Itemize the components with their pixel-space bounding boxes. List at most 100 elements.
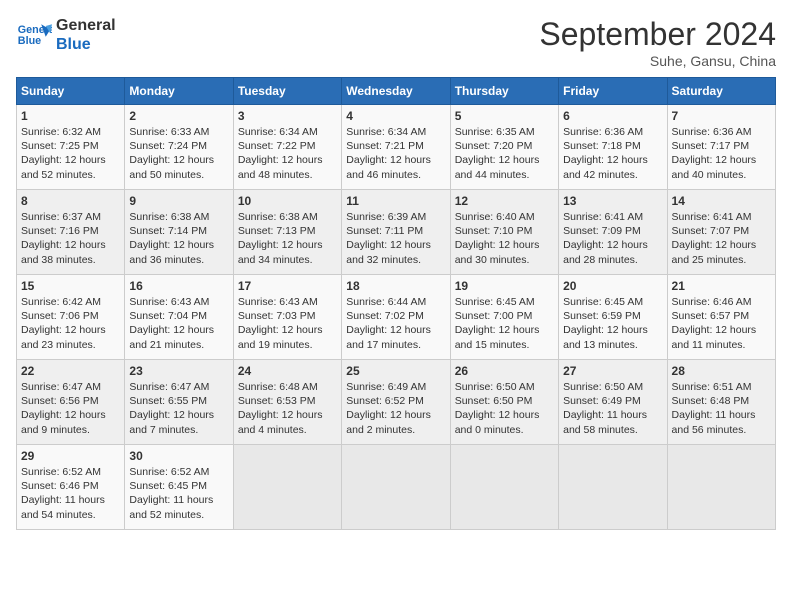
logo-line1: General (56, 16, 116, 35)
day-number: 6 (563, 109, 662, 123)
calendar-week-3: 15 Sunrise: 6:42 AMSunset: 7:06 PMDayligh… (17, 275, 776, 360)
day-info: Sunrise: 6:43 AMSunset: 7:03 PMDaylight:… (238, 295, 337, 352)
day-info: Sunrise: 6:46 AMSunset: 6:57 PMDaylight:… (672, 295, 771, 352)
calendar-week-5: 29Sunrise: 6:52 AMSunset: 6:46 PMDayligh… (17, 445, 776, 530)
day-number: 8 (21, 194, 120, 208)
calendar-cell: 16 Sunrise: 6:43 AMSunset: 7:04 PMDayligh… (125, 275, 233, 360)
day-number: 27 (563, 364, 662, 378)
calendar-cell (342, 445, 450, 530)
calendar-cell: 2Sunrise: 6:33 AMSunset: 7:24 PMDaylight… (125, 105, 233, 190)
calendar-header-row: SundayMondayTuesdayWednesdayThursdayFrid… (17, 78, 776, 105)
calendar-cell: 27Sunrise: 6:50 AMSunset: 6:49 PMDayligh… (559, 360, 667, 445)
calendar-cell: 30 Sunrise: 6:52 AMSunset: 6:45 PMDayligh… (125, 445, 233, 530)
day-info: Sunrise: 6:36 AMSunset: 7:17 PMDaylight:… (672, 125, 771, 182)
calendar-week-4: 22 Sunrise: 6:47 AMSunset: 6:56 PMDayligh… (17, 360, 776, 445)
calendar-cell: 23 Sunrise: 6:47 AMSunset: 6:55 PMDayligh… (125, 360, 233, 445)
calendar-cell: 6Sunrise: 6:36 AMSunset: 7:18 PMDaylight… (559, 105, 667, 190)
day-number: 2 (129, 109, 228, 123)
day-number: 1 (21, 109, 120, 123)
day-number: 30 (129, 449, 228, 463)
calendar-cell: 18Sunrise: 6:44 AMSunset: 7:02 PMDayligh… (342, 275, 450, 360)
calendar-cell: 5Sunrise: 6:35 AMSunset: 7:20 PMDaylight… (450, 105, 558, 190)
day-number: 3 (238, 109, 337, 123)
day-info: Sunrise: 6:42 AMSunset: 7:06 PMDaylight:… (21, 295, 120, 352)
day-header-friday: Friday (559, 78, 667, 105)
calendar-cell: 13 Sunrise: 6:41 AMSunset: 7:09 PMDayligh… (559, 190, 667, 275)
location: Suhe, Gansu, China (539, 53, 776, 69)
day-info: Sunrise: 6:51 AMSunset: 6:48 PMDaylight:… (672, 380, 771, 437)
day-info: Sunrise: 6:45 AMSunset: 7:00 PMDaylight:… (455, 295, 554, 352)
day-number: 19 (455, 279, 554, 293)
calendar-cell: 3 Sunrise: 6:34 AMSunset: 7:22 PMDaylight… (233, 105, 341, 190)
calendar-cell: 21 Sunrise: 6:46 AMSunset: 6:57 PMDayligh… (667, 275, 775, 360)
day-info: Sunrise: 6:43 AMSunset: 7:04 PMDaylight:… (129, 295, 228, 352)
day-number: 10 (238, 194, 337, 208)
calendar-cell: 28 Sunrise: 6:51 AMSunset: 6:48 PMDayligh… (667, 360, 775, 445)
calendar-cell (450, 445, 558, 530)
day-number: 24 (238, 364, 337, 378)
day-info: Sunrise: 6:52 AMSunset: 6:45 PMDaylight:… (129, 465, 228, 522)
day-header-monday: Monday (125, 78, 233, 105)
day-number: 15 (21, 279, 120, 293)
svg-text:Blue: Blue (18, 35, 41, 47)
calendar-week-1: 1Sunrise: 6:32 AMSunset: 7:25 PMDaylight… (17, 105, 776, 190)
day-info: Sunrise: 6:34 AMSunset: 7:22 PMDaylight:… (238, 125, 337, 182)
day-number: 4 (346, 109, 445, 123)
day-info: Sunrise: 6:47 AMSunset: 6:55 PMDaylight:… (129, 380, 228, 437)
calendar-cell: 25Sunrise: 6:49 AMSunset: 6:52 PMDayligh… (342, 360, 450, 445)
calendar-cell: 7Sunrise: 6:36 AMSunset: 7:17 PMDaylight… (667, 105, 775, 190)
day-number: 21 (672, 279, 771, 293)
day-info: Sunrise: 6:48 AMSunset: 6:53 PMDaylight:… (238, 380, 337, 437)
title-block: September 2024 Suhe, Gansu, China (539, 16, 776, 69)
day-info: Sunrise: 6:41 AMSunset: 7:09 PMDaylight:… (563, 210, 662, 267)
calendar-cell: 29Sunrise: 6:52 AMSunset: 6:46 PMDayligh… (17, 445, 125, 530)
day-number: 18 (346, 279, 445, 293)
calendar-cell (559, 445, 667, 530)
day-info: Sunrise: 6:47 AMSunset: 6:56 PMDaylight:… (21, 380, 120, 437)
calendar-cell: 24 Sunrise: 6:48 AMSunset: 6:53 PMDayligh… (233, 360, 341, 445)
day-number: 23 (129, 364, 228, 378)
logo: General Blue General Blue (16, 16, 116, 54)
day-header-thursday: Thursday (450, 78, 558, 105)
day-info: Sunrise: 6:39 AMSunset: 7:11 PMDaylight:… (346, 210, 445, 267)
day-info: Sunrise: 6:50 AMSunset: 6:50 PMDaylight:… (455, 380, 554, 437)
day-info: Sunrise: 6:52 AMSunset: 6:46 PMDaylight:… (21, 465, 120, 522)
day-header-saturday: Saturday (667, 78, 775, 105)
calendar-table: SundayMondayTuesdayWednesdayThursdayFrid… (16, 77, 776, 530)
logo-icon: General Blue (16, 17, 52, 53)
calendar-cell: 14Sunrise: 6:41 AMSunset: 7:07 PMDayligh… (667, 190, 775, 275)
month-title: September 2024 (539, 16, 776, 53)
day-info: Sunrise: 6:38 AMSunset: 7:14 PMDaylight:… (129, 210, 228, 267)
day-info: Sunrise: 6:45 AMSunset: 6:59 PMDaylight:… (563, 295, 662, 352)
calendar-cell: 15 Sunrise: 6:42 AMSunset: 7:06 PMDayligh… (17, 275, 125, 360)
day-number: 26 (455, 364, 554, 378)
day-number: 12 (455, 194, 554, 208)
day-number: 11 (346, 194, 445, 208)
day-info: Sunrise: 6:40 AMSunset: 7:10 PMDaylight:… (455, 210, 554, 267)
day-number: 28 (672, 364, 771, 378)
calendar-cell: 4Sunrise: 6:34 AMSunset: 7:21 PMDaylight… (342, 105, 450, 190)
day-header-wednesday: Wednesday (342, 78, 450, 105)
day-header-sunday: Sunday (17, 78, 125, 105)
day-info: Sunrise: 6:49 AMSunset: 6:52 PMDaylight:… (346, 380, 445, 437)
calendar-cell: 17Sunrise: 6:43 AMSunset: 7:03 PMDayligh… (233, 275, 341, 360)
calendar-cell: 12 Sunrise: 6:40 AMSunset: 7:10 PMDayligh… (450, 190, 558, 275)
calendar-cell: 26 Sunrise: 6:50 AMSunset: 6:50 PMDayligh… (450, 360, 558, 445)
calendar-cell: 9 Sunrise: 6:38 AMSunset: 7:14 PMDaylight… (125, 190, 233, 275)
day-number: 13 (563, 194, 662, 208)
day-number: 22 (21, 364, 120, 378)
calendar-cell (667, 445, 775, 530)
calendar-cell: 11 Sunrise: 6:39 AMSunset: 7:11 PMDayligh… (342, 190, 450, 275)
day-info: Sunrise: 6:37 AMSunset: 7:16 PMDaylight:… (21, 210, 120, 267)
calendar-cell (233, 445, 341, 530)
day-info: Sunrise: 6:38 AMSunset: 7:13 PMDaylight:… (238, 210, 337, 267)
day-number: 5 (455, 109, 554, 123)
calendar-cell: 19 Sunrise: 6:45 AMSunset: 7:00 PMDayligh… (450, 275, 558, 360)
day-number: 16 (129, 279, 228, 293)
calendar-week-2: 8 Sunrise: 6:37 AMSunset: 7:16 PMDaylight… (17, 190, 776, 275)
logo-line2: Blue (56, 35, 116, 54)
calendar-cell: 20 Sunrise: 6:45 AMSunset: 6:59 PMDayligh… (559, 275, 667, 360)
day-number: 9 (129, 194, 228, 208)
day-number: 20 (563, 279, 662, 293)
calendar-cell: 1Sunrise: 6:32 AMSunset: 7:25 PMDaylight… (17, 105, 125, 190)
